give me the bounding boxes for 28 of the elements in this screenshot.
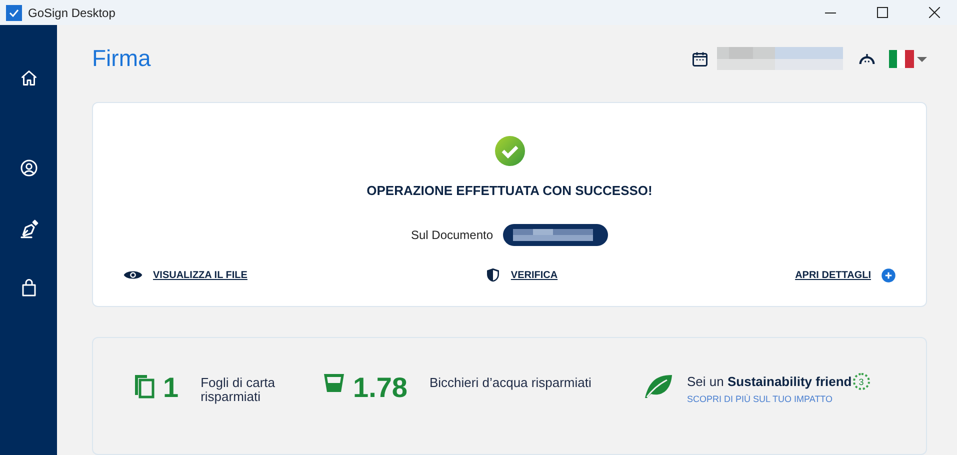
page-title: Firma	[92, 45, 152, 72]
action-link[interactable]: VERIFICA	[484, 266, 558, 284]
stat-value: 1	[163, 373, 179, 404]
plus-icon	[881, 268, 896, 283]
action-link[interactable]: VISUALIZZA IL FILE	[123, 268, 248, 282]
bag-button[interactable]	[20, 279, 38, 297]
leaf-icon	[643, 373, 673, 400]
home-button[interactable]	[20, 69, 38, 87]
stat-label: Bicchieri d’acqua risparmiati	[430, 376, 592, 390]
stat-label: Fogli di carta risparmiati	[200, 376, 276, 404]
profile-button[interactable]	[20, 159, 38, 177]
stat-value: 1.78	[353, 373, 408, 404]
maximize-icon[interactable]	[876, 7, 888, 18]
document-label: Sul Documento	[410, 228, 494, 242]
calendar-icon	[691, 50, 709, 68]
action-link[interactable]: APRI DETTAGLI	[795, 268, 896, 283]
app-logo-icon	[6, 4, 22, 20]
success-message: OPERAZIONE EFFETTUATA CON SUCCESSO!	[366, 183, 652, 198]
sustainability-text: Sei un Sustainability friend	[687, 374, 852, 390]
level-badge: 3	[852, 373, 870, 390]
window-title: GoSign Desktop	[28, 6, 116, 20]
copy-icon	[133, 373, 155, 400]
shield-icon	[484, 266, 501, 284]
close-icon[interactable]	[928, 7, 940, 18]
italy-flag-icon[interactable]	[889, 50, 927, 68]
sign-button[interactable]	[18, 219, 38, 239]
impact-link[interactable]: SCOPRI DI PIÙ SUL TUO IMPATTO	[687, 394, 870, 404]
glass-icon	[323, 373, 345, 394]
